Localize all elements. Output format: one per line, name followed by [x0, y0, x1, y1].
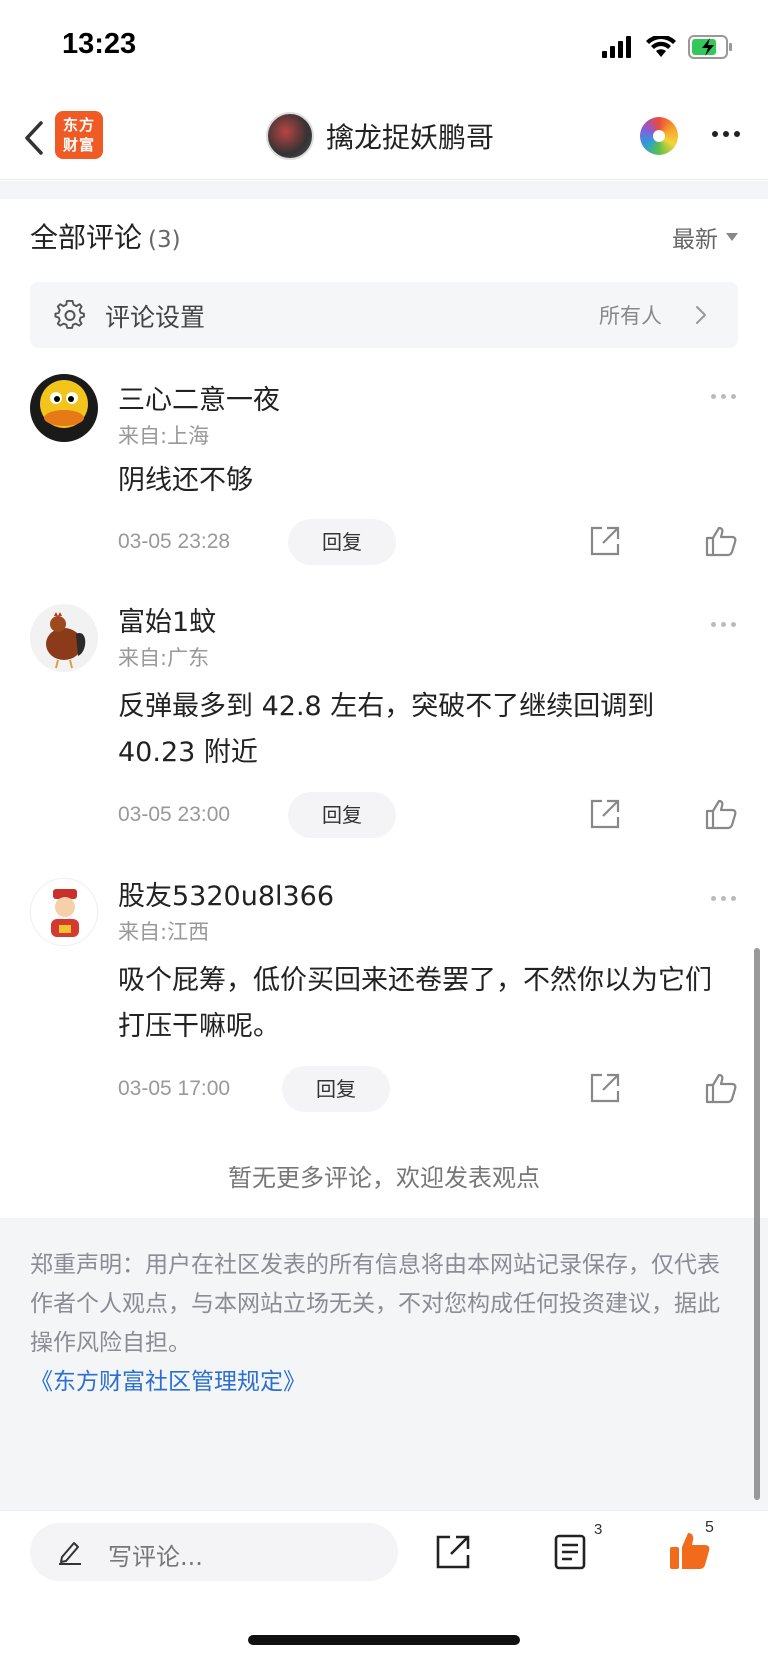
nav-profile[interactable]: 擒龙捉妖鹏哥	[266, 111, 494, 161]
home-indicator[interactable]	[248, 1635, 520, 1645]
comments-header: 全部评论 (3) 最新	[30, 212, 738, 262]
commenter-name[interactable]: 股友5320u8l366	[118, 874, 334, 913]
commenter-avatar[interactable]	[30, 878, 98, 946]
status-icons	[602, 32, 734, 62]
comment-item: 股友5320u8l366 来自:江西 吸个屁筹，低价买回来还卷罢了，不然你以为它…	[0, 878, 768, 1112]
rooster-avatar-icon	[30, 604, 98, 672]
comment-text: 吸个屁筹，低价买回来还卷罢了，不然你以为它们打压干嘛呢。	[118, 965, 712, 1042]
more-dot-icon	[731, 394, 736, 399]
pencil-icon	[59, 1542, 81, 1565]
settings-value: 所有人	[599, 304, 662, 328]
thumbs-up-icon[interactable]	[704, 797, 738, 831]
section-divider	[0, 181, 768, 199]
commenter-avatar[interactable]	[30, 374, 98, 442]
thumbs-up-icon[interactable]	[704, 1071, 738, 1105]
comment-count-badge: 3	[594, 1521, 603, 1538]
more-dot-icon	[711, 394, 716, 399]
comment-time: 03-05 17:00	[118, 1077, 231, 1100]
disclaimer-text: 郑重声明：用户在社区发表的所有信息将由本网站记录保存，仅代表作者个人观点，与本网…	[30, 1252, 720, 1356]
comment-more-button[interactable]	[711, 622, 736, 627]
more-dot-icon	[723, 131, 729, 137]
share-icon[interactable]	[588, 1071, 622, 1105]
more-dot-icon	[712, 131, 718, 137]
comment-more-button[interactable]	[711, 896, 736, 901]
comment-time: 03-05 23:28	[118, 530, 231, 553]
share-icon[interactable]	[434, 1533, 472, 1571]
comments-title: 全部评论 (3)	[30, 216, 181, 256]
fortune-god-avatar-icon	[31, 879, 97, 945]
like-count-badge: 5	[705, 1519, 714, 1536]
commenter-name[interactable]: 富始1蚊	[118, 600, 216, 639]
commenter-location: 来自:上海	[118, 424, 210, 448]
commenter-avatar[interactable]	[30, 604, 98, 672]
comment-text: 阴线还不够	[118, 465, 253, 496]
comment-more-button[interactable]	[711, 394, 736, 399]
signal-icon	[602, 36, 631, 58]
more-dot-icon	[721, 622, 726, 627]
disclaimer: 郑重声明：用户在社区发表的所有信息将由本网站记录保存，仅代表作者个人观点，与本网…	[0, 1218, 768, 1510]
scrollbar[interactable]	[754, 948, 760, 1500]
comment-settings-row[interactable]: 评论设置 所有人	[30, 282, 738, 348]
comments-title-text: 全部评论	[30, 221, 143, 254]
write-comment-input[interactable]: 写评论...	[30, 1523, 398, 1581]
comment-text: 反弹最多到 42.8 左右，突破不了继续回调到 40.23 附近	[118, 691, 655, 768]
more-dot-icon	[721, 394, 726, 399]
gear-icon	[54, 299, 85, 329]
thumbs-up-icon[interactable]	[704, 524, 738, 558]
battery-charging-icon	[688, 35, 732, 59]
comments-count: (3)	[148, 227, 181, 253]
community-rules-link[interactable]: 《东方财富社区管理规定》	[30, 1363, 738, 1402]
author-name[interactable]: 擒龙捉妖鹏哥	[326, 116, 494, 156]
comment-item: 富始1蚊 来自:广东 反弹最多到 42.8 左右，突破不了继续回调到 40.23…	[0, 604, 768, 838]
chevron-left-icon	[25, 121, 43, 155]
nav-bar: 东方 财富 擒龙捉妖鹏哥	[0, 95, 768, 180]
status-bar: 13:23	[0, 0, 768, 95]
aperture-icon[interactable]	[640, 117, 678, 155]
more-dot-icon	[731, 622, 736, 627]
back-button[interactable]	[14, 113, 54, 163]
more-dot-icon	[711, 622, 716, 627]
logo-line-1: 东方	[62, 116, 95, 134]
reply-button[interactable]: 回复	[282, 1066, 390, 1112]
more-dot-icon	[731, 896, 736, 901]
share-icon[interactable]	[588, 797, 622, 831]
duck-avatar-icon	[30, 374, 98, 442]
write-comment-placeholder: 写评论...	[108, 1543, 203, 1571]
author-avatar[interactable]	[266, 112, 314, 160]
commenter-location: 来自:广东	[118, 646, 210, 670]
bottom-action-bar: 写评论... 3 5	[0, 1510, 768, 1663]
settings-label: 评论设置	[105, 303, 206, 332]
sort-label: 最新	[672, 227, 718, 253]
sort-dropdown[interactable]: 最新	[672, 220, 738, 254]
eastmoney-logo[interactable]: 东方 财富	[55, 111, 103, 159]
reply-button[interactable]: 回复	[288, 792, 396, 838]
more-dot-icon	[721, 896, 726, 901]
status-time: 13:23	[62, 28, 137, 60]
wifi-icon	[646, 36, 676, 57]
no-more-comments: 暂无更多评论，欢迎发表观点	[228, 1164, 540, 1192]
chevron-right-icon	[696, 306, 706, 324]
logo-line-2: 财富	[62, 136, 95, 154]
comment-time: 03-05 23:00	[118, 803, 231, 826]
comment-item: 三心二意一夜 来自:上海 阴线还不够 03-05 23:28 回复	[0, 374, 768, 565]
more-menu-button[interactable]	[706, 119, 746, 149]
share-icon[interactable]	[588, 524, 622, 558]
commenter-name[interactable]: 三心二意一夜	[118, 378, 280, 417]
more-dot-icon	[734, 131, 740, 137]
comments-list-icon[interactable]	[552, 1533, 590, 1571]
caret-down-icon	[726, 233, 738, 241]
reply-button[interactable]: 回复	[288, 519, 396, 565]
more-dot-icon	[711, 896, 716, 901]
commenter-location: 来自:江西	[118, 920, 210, 944]
